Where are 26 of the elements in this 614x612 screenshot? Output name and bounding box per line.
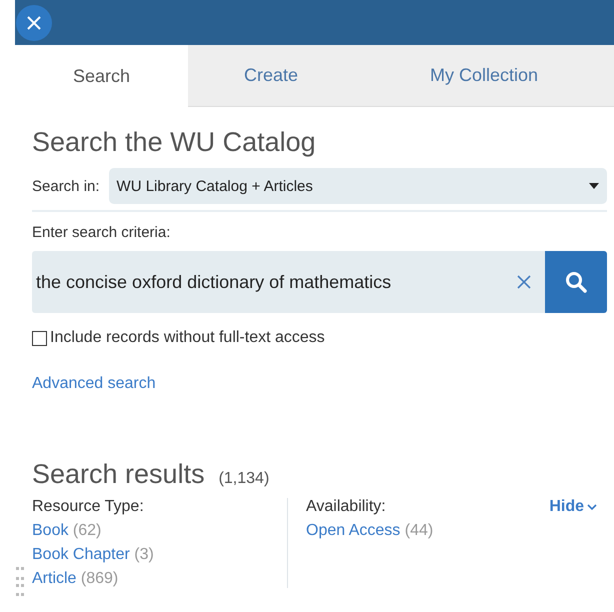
close-button[interactable] <box>16 4 52 40</box>
facet-title: Resource Type: <box>32 498 145 516</box>
facet-link[interactable]: Book Chapter (3) <box>32 546 287 564</box>
hide-button[interactable]: Hide <box>549 498 597 516</box>
checkbox-label: Include records without full-text access <box>50 329 325 347</box>
caret-icon <box>589 183 599 189</box>
facet-link[interactable]: Article (869) <box>32 570 287 588</box>
close-icon <box>26 14 42 30</box>
drag-handle-icon <box>15 567 25 599</box>
results-heading: Search results <box>32 459 205 490</box>
clear-icon[interactable] <box>517 275 531 289</box>
search-icon <box>565 271 587 293</box>
chevron-icon <box>587 504 597 510</box>
results-count: (1,134) <box>218 470 270 488</box>
facet-link[interactable]: Book (62) <box>32 522 287 540</box>
search-button[interactable] <box>545 251 607 313</box>
advanced-search-link[interactable]: Advanced search <box>32 375 156 393</box>
checkbox[interactable] <box>32 330 47 346</box>
search-field[interactable]: the concise oxford dictionary of mathematics <box>32 251 545 313</box>
tab[interactable]: My Collection <box>354 45 614 107</box>
page-heading: Search the WU Catalog <box>32 127 317 158</box>
criteria-label: Enter search criteria: <box>32 224 172 241</box>
scope-dropdown[interactable]: WU Library Catalog + Articles <box>108 168 607 204</box>
facet-link[interactable]: Open Access (44) <box>306 522 561 540</box>
tab[interactable]: Create <box>188 45 354 107</box>
search-in-label: Search in: <box>32 178 100 194</box>
